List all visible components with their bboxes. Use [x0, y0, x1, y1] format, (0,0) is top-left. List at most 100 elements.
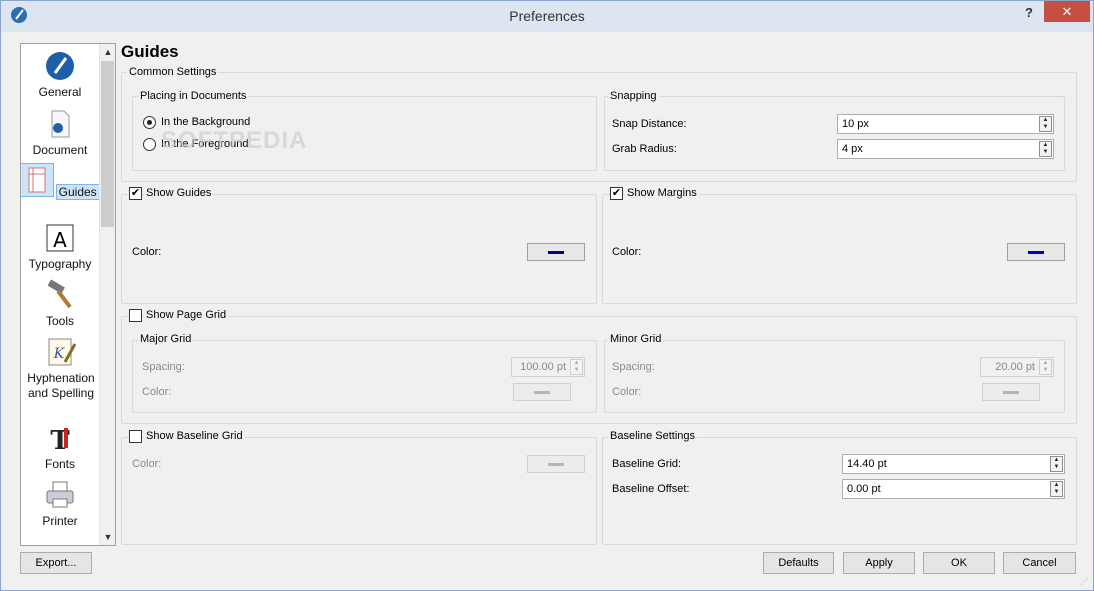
minor-grid-label: Minor Grid — [608, 333, 664, 345]
cancel-button[interactable]: Cancel — [1003, 552, 1076, 574]
grab-radius-label: Grab Radius: — [612, 143, 677, 155]
sidebar-item-label: General — [38, 85, 82, 99]
spin-arrows-icon[interactable]: ▲ ▼ — [1050, 456, 1063, 472]
scroll-up-arrow-icon[interactable]: ▲ — [100, 44, 115, 60]
baseline-grid-value-label: Baseline Grid: — [612, 458, 682, 470]
resize-grip-icon[interactable]: ⋰ — [1080, 577, 1090, 587]
background-radio[interactable] — [143, 116, 156, 129]
foreground-radio[interactable] — [143, 138, 156, 151]
grab-radius-spinbox[interactable]: 4 px ▲ ▼ — [837, 139, 1054, 159]
minor-spacing-spinbox[interactable]: 20.00 pt ▲ ▼ — [980, 357, 1054, 377]
spin-arrows-icon[interactable]: ▲ ▼ — [1039, 141, 1052, 157]
help-button[interactable]: ? — [1021, 5, 1037, 23]
minor-color-label: Color: — [612, 386, 642, 398]
baseline-color-button[interactable] — [527, 455, 585, 473]
show-margins-label: Show Margins — [625, 187, 699, 199]
guides-icon — [21, 163, 55, 197]
show-page-grid-label: Show Page Grid — [144, 309, 229, 321]
sidebar-item-printer[interactable]: Printer — [21, 479, 99, 528]
spin-arrows-icon[interactable]: ▲ ▼ — [1039, 359, 1052, 375]
sidebar-item-guides[interactable]: Guides — [21, 163, 100, 200]
sidebar-item-label: Printer — [42, 514, 78, 528]
ok-button[interactable]: OK — [923, 552, 995, 574]
sidebar-item-general[interactable]: General — [21, 50, 99, 99]
color-swatch — [548, 463, 564, 466]
sidebar-item-label: Fonts — [44, 457, 75, 471]
common-settings-label: Common Settings — [127, 66, 219, 78]
snap-distance-value: 10 px — [842, 118, 869, 130]
grab-radius-value: 4 px — [842, 143, 863, 155]
sidebar-item-label: Hyphenation and Spelling — [27, 371, 95, 400]
apply-button[interactable]: Apply — [843, 552, 915, 574]
major-spacing-value: 100.00 pt — [520, 361, 566, 373]
close-button[interactable]: ✕ — [1044, 1, 1090, 22]
sidebar-scrollbar[interactable]: ▲ ▼ — [99, 44, 115, 545]
show-guides-checkbox[interactable]: ✔ — [129, 187, 142, 200]
show-guides-group — [121, 194, 597, 304]
major-grid-label: Major Grid — [138, 333, 194, 345]
guides-color-button[interactable] — [527, 243, 585, 261]
show-baseline-grid-checkbox[interactable] — [129, 430, 142, 443]
major-color-button[interactable] — [513, 383, 571, 401]
color-swatch — [534, 391, 550, 394]
sidebar-item-typography[interactable]: A Typography — [21, 222, 99, 271]
defaults-button[interactable]: Defaults — [763, 552, 834, 574]
scroll-down-arrow-icon[interactable]: ▼ — [100, 529, 115, 545]
color-swatch — [1003, 391, 1019, 394]
typography-A-icon: A — [46, 224, 74, 252]
show-guides-label: Show Guides — [144, 187, 214, 199]
sidebar-item-label: Tools — [45, 314, 74, 328]
margins-color-button[interactable] — [1007, 243, 1065, 261]
page-title: Guides — [121, 42, 179, 61]
watermark: SOFTPEDIA — [161, 127, 308, 154]
placing-label: Placing in Documents — [138, 90, 249, 102]
baseline-grid-value: 14.40 pt — [847, 458, 887, 470]
baseline-settings-label: Baseline Settings — [608, 430, 697, 442]
minor-spacing-value: 20.00 pt — [995, 361, 1035, 373]
snap-distance-label: Snap Distance: — [612, 118, 687, 130]
major-color-label: Color: — [142, 386, 172, 398]
baseline-color-label: Color: — [132, 458, 162, 470]
baseline-grid-spinbox[interactable]: 14.40 pt ▲ ▼ — [842, 454, 1065, 474]
hammer-icon — [47, 279, 72, 309]
minor-spacing-label: Spacing: — [612, 361, 655, 373]
guides-color-label: Color: — [132, 246, 162, 258]
snapping-label: Snapping — [608, 90, 659, 102]
baseline-offset-value: 0.00 pt — [847, 483, 881, 495]
baseline-offset-spinbox[interactable]: 0.00 pt ▲ ▼ — [842, 479, 1065, 499]
color-swatch — [1028, 251, 1044, 254]
window-title: Preferences — [509, 8, 585, 24]
document-icon — [51, 110, 70, 138]
color-swatch — [548, 251, 564, 254]
category-list[interactable]: General Document Guides A Typography Too… — [20, 43, 116, 546]
major-spacing-label: Spacing: — [142, 361, 185, 373]
sidebar-item-hyphenation[interactable]: K Hyphenation and Spelling — [21, 336, 101, 401]
snap-distance-spinbox[interactable]: 10 px ▲ ▼ — [837, 114, 1054, 134]
show-margins-group — [602, 194, 1077, 304]
baseline-grid-group — [121, 437, 597, 545]
general-pen-icon — [46, 52, 74, 80]
printer-icon — [46, 481, 74, 508]
sidebar-item-fonts[interactable]: T Fonts — [21, 422, 99, 471]
sidebar-item-tools[interactable]: Tools — [21, 279, 99, 328]
spin-arrows-icon[interactable]: ▲ ▼ — [1039, 116, 1052, 132]
preferences-window: Preferences ? ✕ General Document Guides … — [0, 0, 1094, 591]
hyphenation-icon: K — [48, 338, 77, 366]
spin-arrows-icon[interactable]: ▲ ▼ — [1050, 481, 1063, 497]
sidebar-item-label: Document — [32, 143, 88, 157]
sidebar-item-label: Guides — [55, 184, 100, 200]
spin-arrows-icon[interactable]: ▲ ▼ — [570, 359, 583, 375]
scroll-thumb[interactable] — [101, 61, 114, 227]
show-margins-checkbox[interactable]: ✔ — [610, 187, 623, 200]
svg-text:K: K — [53, 346, 66, 362]
margins-color-label: Color: — [612, 246, 642, 258]
baseline-offset-label: Baseline Offset: — [612, 483, 690, 495]
major-spacing-spinbox[interactable]: 100.00 pt ▲ ▼ — [511, 357, 585, 377]
minor-color-button[interactable] — [982, 383, 1040, 401]
sidebar-item-document[interactable]: Document — [21, 108, 99, 157]
sidebar-item-label: Typography — [28, 257, 92, 271]
title-bar: Preferences ? ✕ — [1, 1, 1093, 32]
export-button[interactable]: Export... — [20, 552, 92, 574]
show-page-grid-checkbox[interactable] — [129, 309, 142, 322]
fonts-icon: T — [50, 426, 70, 456]
